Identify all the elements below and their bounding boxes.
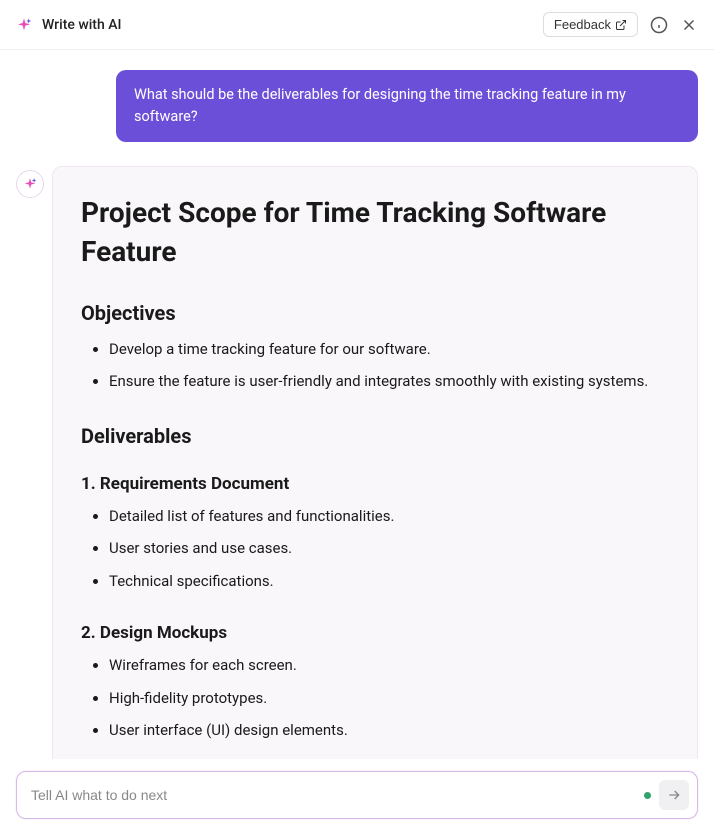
- list-item: Wireframes for each screen.: [109, 649, 669, 682]
- objectives-list: Develop a time tracking feature for our …: [81, 333, 669, 398]
- status-dot-icon: [644, 792, 651, 799]
- header-left: Write with AI: [16, 17, 121, 33]
- deliverable-sub2-list: Wireframes for each screen. High-fidelit…: [81, 649, 669, 747]
- deliverable-sub1-list: Detailed list of features and functional…: [81, 500, 669, 598]
- objectives-heading: Objectives: [81, 301, 669, 325]
- list-item: Develop a time tracking feature for our …: [109, 333, 669, 366]
- external-link-icon: [615, 19, 627, 31]
- user-message-bubble: What should be the deliverables for desi…: [116, 70, 698, 142]
- response-title: Project Scope for Time Tracking Software…: [81, 193, 669, 271]
- deliverable-sub-heading: 1. Requirements Document: [81, 474, 669, 494]
- content-area: What should be the deliverables for desi…: [0, 50, 714, 765]
- deliverables-heading: Deliverables: [81, 424, 669, 448]
- list-item: High-fidelity prototypes.: [109, 682, 669, 715]
- send-icon: [666, 787, 682, 803]
- list-item: Technical specifications.: [109, 565, 669, 598]
- feedback-button[interactable]: Feedback: [543, 12, 638, 37]
- header-title: Write with AI: [42, 17, 121, 33]
- input-bar-wrap: [0, 759, 714, 835]
- list-item: Ensure the feature is user-friendly and …: [109, 365, 669, 398]
- ai-response-card: Project Scope for Time Tracking Software…: [52, 166, 698, 766]
- ai-sparkle-icon: [16, 17, 32, 33]
- feedback-label: Feedback: [554, 17, 611, 32]
- user-message-text: What should be the deliverables for desi…: [134, 86, 626, 125]
- list-item: User interface (UI) design elements.: [109, 714, 669, 747]
- header-bar: Write with AI Feedback: [0, 0, 714, 50]
- response-wrap: Project Scope for Time Tracking Software…: [16, 166, 698, 766]
- input-bar: [16, 771, 698, 819]
- ai-avatar-badge: [16, 170, 44, 198]
- prompt-input[interactable]: [31, 787, 636, 803]
- deliverable-sub-heading: 2. Design Mockups: [81, 623, 669, 643]
- send-button[interactable]: [659, 780, 689, 810]
- close-icon[interactable]: [680, 16, 698, 34]
- list-item: Detailed list of features and functional…: [109, 500, 669, 533]
- list-item: User stories and use cases.: [109, 532, 669, 565]
- header-right: Feedback: [543, 12, 698, 37]
- info-icon[interactable]: [650, 16, 668, 34]
